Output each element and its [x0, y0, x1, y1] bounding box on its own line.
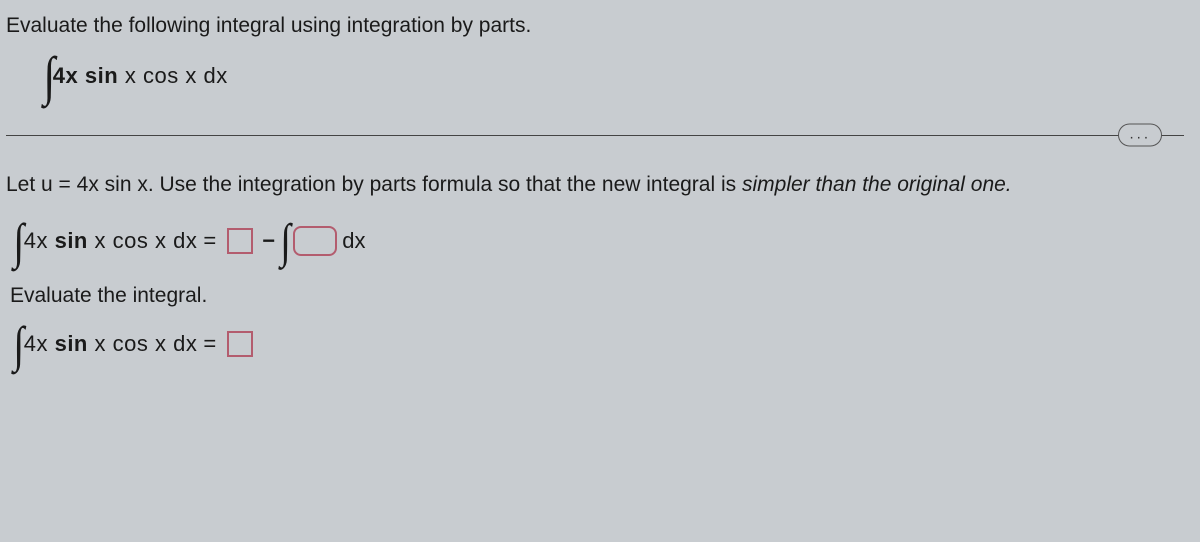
eq1-dx: dx [173, 228, 197, 253]
equation-row-1: ∫ 4x sin x cos x dx = − ∫ dx [12, 219, 1184, 264]
eq1-x2: x [155, 228, 173, 253]
eq2-x1: x [95, 331, 113, 356]
eq2-coef: 4x [24, 331, 48, 356]
equals-sign: = [203, 331, 216, 357]
x2: x [185, 63, 203, 88]
integral-expression: 4x sin x cos x dx [53, 63, 228, 89]
integral-sign-icon: ∫ [13, 322, 24, 367]
eq2-lhs: 4x sin x cos x dx [24, 331, 198, 357]
eq1-x1: x [95, 228, 113, 253]
instruction-prefix: Let u = 4x sin x. Use the integration by… [6, 173, 742, 196]
x1: x [125, 63, 143, 88]
instruction-text: Let u = 4x sin x. Use the integration by… [6, 173, 1184, 197]
cos: cos [143, 63, 179, 88]
answer-blank-2[interactable] [293, 226, 337, 256]
integral-sign-icon: ∫ [13, 219, 24, 264]
evaluate-label: Evaluate the integral. [10, 284, 1184, 308]
eq2-x2: x [155, 331, 173, 356]
eq2-dx: dx [173, 331, 197, 356]
dx: dx [203, 63, 227, 88]
integral-sign-icon: ∫ [280, 220, 291, 263]
eq1-sin: sin [55, 228, 88, 253]
eq2-cos: cos [113, 331, 149, 356]
question-container: Evaluate the following integral using in… [0, 0, 1200, 403]
prompt-text: Evaluate the following integral using in… [6, 14, 1184, 38]
sin: sin [85, 63, 118, 88]
equation-row-2: ∫ 4x sin x cos x dx = [12, 322, 1184, 367]
more-button[interactable]: ... [1118, 123, 1162, 146]
minus-sign: − [262, 228, 275, 254]
integral-display: ∫ 4x sin x cos x dx [42, 52, 1184, 101]
eq2-sin: sin [55, 331, 88, 356]
equals-sign: = [203, 228, 216, 254]
answer-blank-1[interactable] [227, 228, 253, 254]
eq1-coef: 4x [24, 228, 48, 253]
instruction-emphasis: simpler than the original one. [742, 173, 1012, 196]
eq1-lhs: 4x sin x cos x dx [24, 228, 198, 254]
eq1-cos: cos [113, 228, 149, 253]
coef: 4x [53, 63, 78, 88]
integral-sign-icon: ∫ [43, 52, 55, 101]
eq1-trail: dx [342, 228, 365, 254]
divider-row: ... [6, 121, 1184, 149]
horizontal-rule [6, 135, 1184, 136]
answer-blank-3[interactable] [227, 331, 253, 357]
